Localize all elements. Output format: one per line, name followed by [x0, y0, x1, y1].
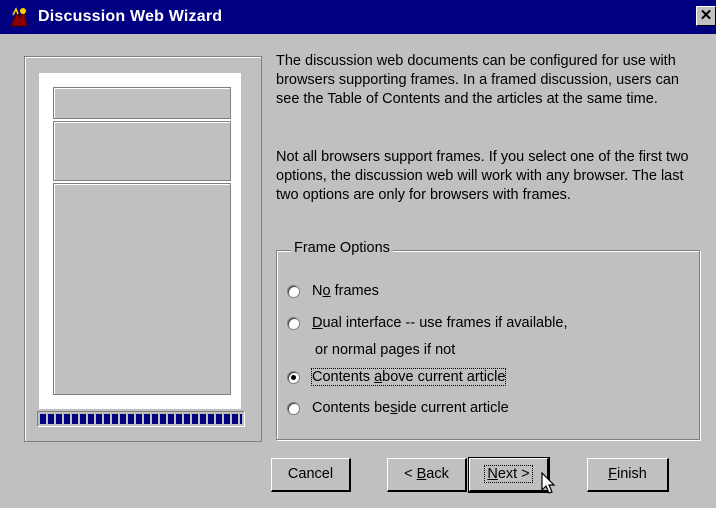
radio-label: No frames — [312, 283, 379, 299]
radio-button[interactable] — [287, 401, 300, 415]
radio-label: Contents above current article — [310, 368, 507, 386]
window-title: Discussion Web Wizard — [38, 8, 223, 25]
description-paragraph-1: The discussion web documents can be conf… — [276, 53, 679, 107]
progress-bar — [37, 411, 245, 427]
radio-label: Dual interface -- use frames if availabl… — [312, 315, 568, 331]
radio-dual-interface[interactable]: Dual interface -- use frames if availabl… — [287, 315, 567, 331]
back-button[interactable]: < Back — [387, 458, 467, 492]
mouse-pointer-icon — [541, 472, 556, 494]
finish-button[interactable]: Finish — [587, 458, 669, 492]
radio-button[interactable] — [287, 370, 300, 384]
preview-page — [39, 73, 241, 409]
frame-options-legend: Frame Options — [291, 240, 393, 256]
progress-fill — [40, 414, 242, 424]
preview-contents-frame — [53, 121, 231, 181]
title-bar[interactable]: Discussion Web Wizard ✕ — [0, 0, 716, 34]
frame-preview-panel — [24, 56, 262, 442]
radio-button[interactable] — [287, 316, 300, 330]
close-button[interactable]: ✕ — [696, 6, 716, 26]
radio-dot — [291, 374, 296, 380]
preview-article-frame — [53, 183, 231, 395]
preview-header-frame — [53, 87, 231, 119]
radio-contents-above[interactable]: Contents above current article — [287, 368, 507, 386]
close-icon: ✕ — [699, 7, 713, 24]
next-button-label: Next > — [484, 465, 533, 483]
radio-label: Contents beside current article — [312, 400, 509, 416]
next-button[interactable]: Next > — [468, 457, 550, 493]
wizard-app-icon — [8, 6, 30, 28]
cancel-button[interactable]: Cancel — [271, 458, 351, 492]
radio-no-frames[interactable]: No frames — [287, 283, 379, 299]
description-paragraph-2: Not all browsers support frames. If you … — [276, 149, 689, 203]
radio-label-continuation: or normal pages if not — [315, 342, 456, 358]
radio-contents-beside[interactable]: Contents beside current article — [287, 400, 509, 416]
radio-button[interactable] — [287, 284, 300, 298]
frame-options-group: Frame Options No frames Dual interface -… — [276, 240, 700, 440]
